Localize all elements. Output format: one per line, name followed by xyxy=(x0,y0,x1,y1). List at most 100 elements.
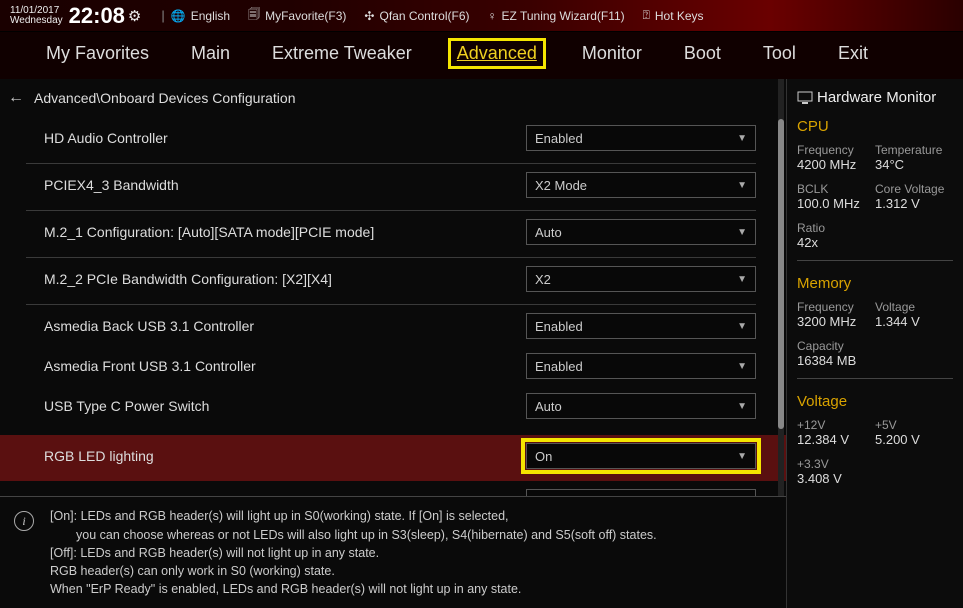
cpu-cv-value: 1.312 V xyxy=(875,196,953,211)
v5-label: +5V xyxy=(875,418,953,432)
v12-value: 12.384 V xyxy=(797,432,875,447)
v33-value: 3.408 V xyxy=(797,471,953,486)
qfan-button[interactable]: ✣ Qfan Control(F6) xyxy=(364,9,469,23)
language-button[interactable]: 🌐 English xyxy=(171,9,230,23)
back-arrow-icon[interactable]: ← xyxy=(8,89,24,107)
chevron-down-icon: ▼ xyxy=(737,274,747,285)
qfan-label: Qfan Control(F6) xyxy=(379,9,469,23)
select-asm-front[interactable]: Enabled ▼ xyxy=(526,353,756,379)
mem-volt-label: Voltage xyxy=(875,300,953,314)
myfavorite-button[interactable]: 🗐 MyFavorite(F3) xyxy=(248,5,346,26)
hotkeys-button[interactable]: ⍰ Hot Keys xyxy=(643,8,704,23)
scrollbar-thumb[interactable] xyxy=(778,119,784,429)
row-rgb[interactable]: RGB LED lighting On ▼ xyxy=(0,435,786,481)
info-icon: i xyxy=(14,511,34,531)
date-block: 11/01/2017 Wednesday xyxy=(10,6,63,26)
value-usbc: Auto xyxy=(535,399,562,414)
document-icon: 🗐 xyxy=(248,5,260,26)
gear-icon[interactable]: ⚙ xyxy=(128,7,141,25)
monitor-icon xyxy=(797,90,813,106)
help-line-2: you can choose whereas or not LEDs will … xyxy=(50,526,766,544)
cpu-row-1: Frequency 4200 MHz Temperature 34°C xyxy=(797,143,953,182)
day-text: Wednesday xyxy=(10,16,63,26)
eztuning-button[interactable]: ♀ EZ Tuning Wizard(F11) xyxy=(488,9,625,23)
cpu-bclk-value: 100.0 MHz xyxy=(797,196,875,211)
value-pciex4: X2 Mode xyxy=(535,178,587,193)
row-m22: M.2_2 PCIe Bandwidth Configuration: [X2]… xyxy=(26,258,756,305)
row-pciex4: PCIEX4_3 Bandwidth X2 Mode ▼ xyxy=(26,164,756,211)
divider xyxy=(797,378,953,379)
settings-panel: ← Advanced\Onboard Devices Configuration… xyxy=(0,79,786,496)
chevron-down-icon: ▼ xyxy=(737,451,747,462)
clock-time: 22:08 xyxy=(69,3,125,29)
row-hd-audio: HD Audio Controller Enabled ▼ xyxy=(26,117,756,164)
value-asm-front: Enabled xyxy=(535,359,583,374)
sidebar-title: Hardware Monitor xyxy=(817,89,936,106)
cpu-freq-label: Frequency xyxy=(797,143,875,157)
chevron-down-icon: ▼ xyxy=(737,180,747,191)
select-m21[interactable]: Auto ▼ xyxy=(526,219,756,245)
cpu-ratio-label: Ratio xyxy=(797,221,953,235)
mem-cap-value: 16384 MB xyxy=(797,353,953,368)
help-line-3: [Off]: LEDs and RGB header(s) will not l… xyxy=(50,544,766,562)
tab-main[interactable]: Main xyxy=(185,40,236,67)
language-label: English xyxy=(191,9,230,23)
select-pciex4[interactable]: X2 Mode ▼ xyxy=(526,172,756,198)
select-rgb[interactable]: On ▼ xyxy=(526,443,756,469)
bulb-icon: ♀ xyxy=(488,9,497,23)
tab-advanced[interactable]: Advanced xyxy=(448,38,546,69)
tab-monitor[interactable]: Monitor xyxy=(576,40,648,67)
content-wrap: ← Advanced\Onboard Devices Configuration… xyxy=(0,79,787,608)
label-hd-audio: HD Audio Controller xyxy=(44,130,526,146)
value-m22: X2 xyxy=(535,272,551,287)
select-rgb-sleep[interactable]: Off ▼ xyxy=(526,489,756,496)
row-asm-front: Asmedia Front USB 3.1 Controller Enabled… xyxy=(26,345,756,385)
eztuning-label: EZ Tuning Wizard(F11) xyxy=(502,9,625,23)
label-pciex4: PCIEX4_3 Bandwidth xyxy=(44,177,526,193)
volt-row-1: +12V 12.384 V +5V 5.200 V xyxy=(797,418,953,457)
divider xyxy=(797,260,953,261)
label-m21: M.2_1 Configuration: [Auto][SATA mode][P… xyxy=(44,224,526,240)
v12-label: +12V xyxy=(797,418,875,432)
cpu-bclk-label: BCLK xyxy=(797,182,875,196)
row-asm-back: Asmedia Back USB 3.1 Controller Enabled … xyxy=(26,305,756,345)
v33-label: +3.3V xyxy=(797,457,953,471)
chevron-down-icon: ▼ xyxy=(737,133,747,144)
label-asm-back: Asmedia Back USB 3.1 Controller xyxy=(44,318,526,334)
cpu-freq-value: 4200 MHz xyxy=(797,157,875,172)
cpu-cv-label: Core Voltage xyxy=(875,182,953,196)
tab-boot[interactable]: Boot xyxy=(678,40,727,67)
tab-bar: My Favorites Main Extreme Tweaker Advanc… xyxy=(0,32,963,79)
sidebar-title-row: Hardware Monitor xyxy=(797,89,953,106)
help-line-1: [On]: LEDs and RGB header(s) will light … xyxy=(50,507,766,525)
cpu-temp-value: 34°C xyxy=(875,157,953,172)
label-usbc: USB Type C Power Switch xyxy=(44,398,526,414)
label-rgb: RGB LED lighting xyxy=(44,448,526,464)
separator: | xyxy=(161,8,164,23)
hardware-monitor-sidebar: Hardware Monitor CPU Frequency 4200 MHz … xyxy=(787,79,963,608)
chevron-down-icon: ▼ xyxy=(737,401,747,412)
select-asm-back[interactable]: Enabled ▼ xyxy=(526,313,756,339)
value-hd-audio: Enabled xyxy=(535,131,583,146)
hotkeys-label: Hot Keys xyxy=(655,9,704,23)
date-text: 11/01/2017 xyxy=(10,6,63,16)
help-line-4: RGB header(s) can only work in S0 (worki… xyxy=(50,562,766,580)
select-m22[interactable]: X2 ▼ xyxy=(526,266,756,292)
tab-favorites[interactable]: My Favorites xyxy=(40,40,155,67)
help-box: i [On]: LEDs and RGB header(s) will ligh… xyxy=(0,496,786,608)
select-hd-audio[interactable]: Enabled ▼ xyxy=(526,125,756,151)
section-voltage: Voltage xyxy=(797,393,953,410)
mem-row-1: Frequency 3200 MHz Voltage 1.344 V xyxy=(797,300,953,339)
breadcrumb: Advanced\Onboard Devices Configuration xyxy=(34,90,296,106)
chevron-down-icon: ▼ xyxy=(737,361,747,372)
fan-icon: ✣ xyxy=(364,9,374,23)
tab-tool[interactable]: Tool xyxy=(757,40,802,67)
value-m21: Auto xyxy=(535,225,562,240)
tab-exit[interactable]: Exit xyxy=(832,40,874,67)
select-usbc[interactable]: Auto ▼ xyxy=(526,393,756,419)
myfavorite-label: MyFavorite(F3) xyxy=(265,9,346,23)
cpu-row-2: BCLK 100.0 MHz Core Voltage 1.312 V xyxy=(797,182,953,221)
value-rgb: On xyxy=(535,449,552,464)
section-memory: Memory xyxy=(797,275,953,292)
tab-tweaker[interactable]: Extreme Tweaker xyxy=(266,40,418,67)
